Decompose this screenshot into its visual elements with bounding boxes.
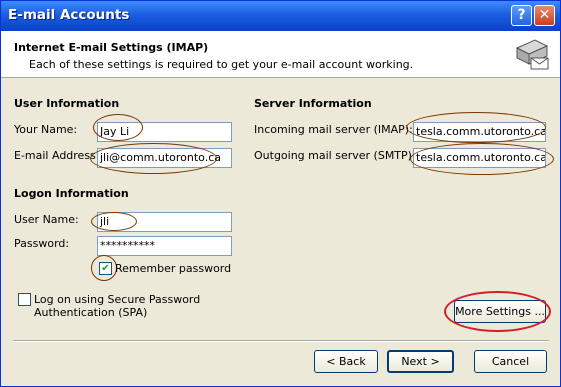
header-title: Internet E-mail Settings (IMAP) [14, 41, 209, 54]
next-button[interactable]: Next > [387, 350, 454, 373]
incoming-server-field[interactable]: tesla.comm.utoronto.ca [413, 122, 546, 142]
incoming-server-label: Incoming mail server (IMAP): [254, 123, 413, 136]
remember-password-checkbox[interactable]: ✔ [99, 262, 112, 275]
back-button[interactable]: < Back [314, 350, 378, 373]
user-info-heading: User Information [14, 97, 120, 110]
your-name-field[interactable]: Jay Li [97, 122, 232, 142]
close-button[interactable]: ✕ [534, 5, 555, 26]
outgoing-server-label: Outgoing mail server (SMTP): [254, 149, 416, 162]
server-info-heading: Server Information [254, 97, 372, 110]
cancel-button[interactable]: Cancel [474, 350, 547, 373]
header-subtitle: Each of these settings is required to ge… [29, 58, 414, 71]
mail-server-icon [515, 39, 549, 70]
your-name-label: Your Name: [14, 123, 78, 136]
email-accounts-dialog: E-mail Accounts ? ✕ Internet E-mail Sett… [0, 0, 561, 387]
spa-label-line2: Authentication (SPA) [34, 306, 148, 319]
footer-separator [13, 340, 549, 342]
title-bar[interactable]: E-mail Accounts ? ✕ [1, 1, 560, 31]
more-settings-button[interactable]: More Settings ... [454, 300, 546, 323]
window-title: E-mail Accounts [8, 7, 130, 23]
username-field[interactable]: jli [97, 212, 232, 232]
remember-password-label: Remember password [115, 262, 232, 275]
logon-info-heading: Logon Information [14, 187, 129, 200]
password-label: Password: [14, 237, 70, 250]
username-label: User Name: [14, 213, 79, 226]
email-label: E-mail Address: [14, 149, 100, 162]
help-button[interactable]: ? [511, 5, 532, 26]
spa-checkbox[interactable] [18, 293, 31, 306]
spa-label-line1: Log on using Secure Password [34, 293, 201, 306]
outgoing-server-field[interactable]: tesla.comm.utoronto.ca [413, 148, 546, 168]
dialog-header: Internet E-mail Settings (IMAP) Each of … [1, 31, 560, 78]
email-field[interactable]: jli@comm.utoronto.ca [97, 148, 232, 168]
password-field[interactable]: ********** [97, 236, 232, 256]
